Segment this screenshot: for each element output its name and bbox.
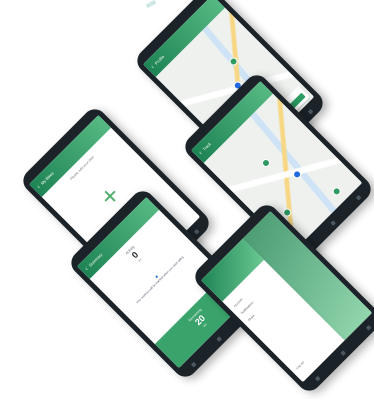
phone-menu: Account Notifications Share Log out: [190, 200, 374, 396]
back-arrow-icon[interactable]: ‹: [84, 266, 90, 272]
nav-back-icon[interactable]: [314, 375, 321, 382]
back-arrow-icon[interactable]: ‹: [198, 150, 204, 156]
nav-home-icon[interactable]: [340, 350, 346, 356]
mockup-stage: ‹ Profile ‹ Track ‹ My Bikes Please add …: [0, 0, 374, 399]
drawer-item-account[interactable]: Account: [233, 297, 243, 307]
app-bar-title: Summary: [87, 252, 104, 268]
drawer-item-logout[interactable]: Log out: [295, 360, 305, 370]
app-bar-title: Track: [201, 141, 213, 152]
decorative-accent: [145, 0, 157, 9]
nav-recent-icon[interactable]: [365, 324, 372, 331]
app-bar-title: My Bikes: [39, 170, 55, 186]
back-arrow-icon[interactable]: ‹: [150, 64, 156, 70]
map-pin-icon[interactable]: [331, 185, 343, 197]
back-arrow-icon[interactable]: ‹: [36, 184, 42, 190]
map-pin-icon[interactable]: [291, 168, 303, 181]
nav-home-icon[interactable]: [330, 220, 336, 226]
map-pin-icon[interactable]: [227, 55, 240, 68]
drawer-item-share[interactable]: Share: [247, 314, 255, 322]
nav-home-icon[interactable]: [216, 336, 222, 342]
nav-back-icon[interactable]: [190, 361, 197, 368]
map-pin-icon[interactable]: [260, 157, 272, 169]
nav-recent-icon[interactable]: [355, 194, 362, 201]
app-bar-title: Profile: [153, 54, 166, 66]
nav-recent-icon[interactable]: [193, 228, 200, 235]
nav-recent-icon[interactable]: [307, 108, 314, 115]
screen-menu: Account Notifications Share Log out: [201, 211, 373, 383]
